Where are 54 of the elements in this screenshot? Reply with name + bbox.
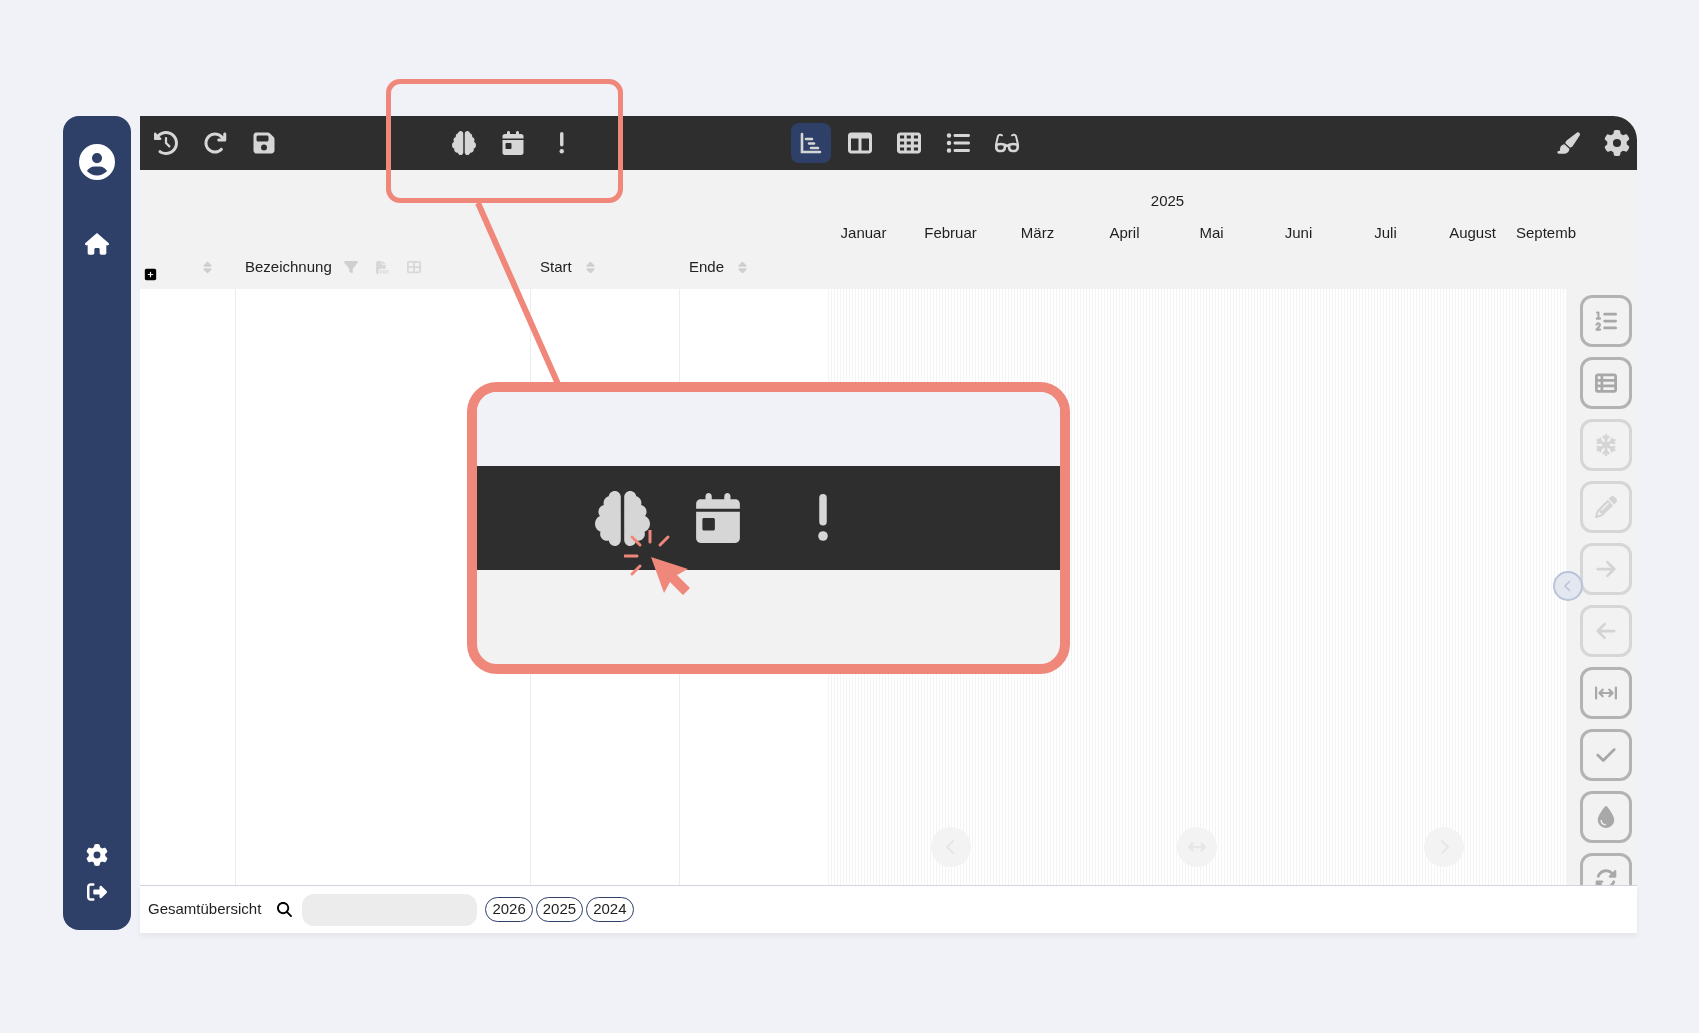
column-header[interactable]: Bezeichnung bbox=[245, 255, 332, 279]
table-list-icon bbox=[1595, 372, 1617, 394]
tool-button[interactable] bbox=[1580, 357, 1632, 409]
table-icon[interactable] bbox=[406, 260, 421, 274]
numbered-list-icon bbox=[1595, 310, 1617, 332]
settings-icon bbox=[1604, 130, 1630, 156]
arrow-right-icon bbox=[1595, 558, 1617, 580]
add-icon[interactable] bbox=[144, 267, 157, 281]
brain-icon bbox=[452, 131, 476, 155]
user-avatar-icon[interactable] bbox=[79, 144, 115, 180]
month-label: August bbox=[1449, 223, 1496, 243]
tool-button[interactable] bbox=[1580, 729, 1632, 781]
logout-icon[interactable] bbox=[87, 882, 107, 902]
month-label: April bbox=[1109, 223, 1140, 243]
month-label: Januar bbox=[840, 223, 887, 243]
glasses-icon bbox=[995, 131, 1019, 155]
tool-button[interactable] bbox=[1580, 791, 1632, 843]
columns-icon bbox=[848, 131, 872, 155]
redo-icon bbox=[203, 131, 227, 155]
tool-button[interactable] bbox=[1580, 295, 1632, 347]
calendar-icon bbox=[501, 131, 525, 155]
list-icon bbox=[946, 131, 970, 155]
gantt-chart-icon bbox=[799, 131, 823, 155]
droplet-icon bbox=[1595, 806, 1617, 828]
column-header[interactable]: Ende bbox=[689, 255, 725, 279]
month-label: Februar bbox=[924, 223, 977, 243]
settings-icon[interactable] bbox=[86, 844, 108, 866]
column-header[interactable]: Start bbox=[540, 255, 572, 279]
month-label: Mai bbox=[1199, 223, 1224, 243]
month-label: Juni bbox=[1284, 223, 1313, 243]
pencil-icon bbox=[1595, 496, 1617, 518]
month-label: März bbox=[1020, 223, 1055, 243]
search-icon[interactable] bbox=[277, 902, 293, 917]
save-icon bbox=[252, 131, 276, 155]
exclamation-icon bbox=[559, 132, 565, 154]
grid-icon bbox=[897, 131, 921, 155]
tool-button[interactable] bbox=[1580, 667, 1632, 719]
home-icon[interactable] bbox=[85, 232, 109, 256]
pdf-icon[interactable] bbox=[375, 260, 389, 274]
year-label: 2025 bbox=[1150, 191, 1185, 211]
footer-title: Gesamtübersicht bbox=[148, 899, 262, 920]
arrow-left-icon bbox=[1595, 620, 1617, 642]
calendar-icon bbox=[693, 493, 743, 543]
month-label: Septemb bbox=[1516, 223, 1577, 243]
view-button[interactable] bbox=[791, 123, 831, 163]
history-icon bbox=[154, 131, 178, 155]
snowflake-icon bbox=[1595, 434, 1617, 456]
filter-icon[interactable] bbox=[343, 260, 358, 274]
brain-icon bbox=[595, 490, 650, 546]
sort-icon[interactable] bbox=[201, 260, 214, 274]
paintbrush-icon bbox=[1556, 131, 1580, 155]
month-label: Juli bbox=[1374, 223, 1397, 243]
rotate-icon bbox=[1595, 868, 1617, 885]
exclamation-icon bbox=[817, 494, 829, 542]
